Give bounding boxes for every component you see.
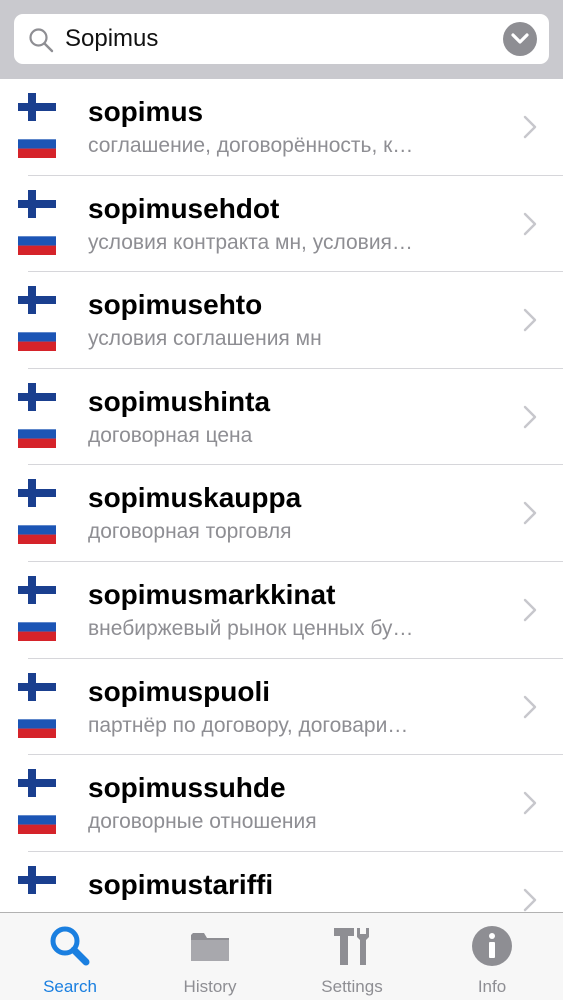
result-translation: условия контракта мн, условия… (88, 230, 413, 254)
search-icon (50, 926, 90, 966)
finnish-flag-icon (18, 189, 56, 218)
search-bar: Sopimus (0, 0, 563, 79)
result-word: sopimusehto (88, 289, 263, 321)
result-word: sopimuskauppa (88, 482, 302, 514)
result-row[interactable]: sopimuspuoli партнёр по договору, догова… (0, 659, 563, 756)
finnish-flag-icon (18, 286, 56, 315)
result-row[interactable]: sopimusehto условия соглашения мн (0, 272, 563, 369)
result-translation: внебиржевый рынок ценных бу… (88, 616, 414, 640)
search-input[interactable]: Sopimus (14, 14, 549, 64)
folder-icon (191, 933, 229, 961)
chevron-right-icon (523, 308, 537, 332)
tab-search[interactable]: Search (0, 913, 140, 1000)
result-word: sopimushinta (88, 385, 271, 417)
result-translation: соглашение, договорённость, к… (88, 134, 414, 157)
result-word: sopimussuhde (88, 772, 286, 804)
result-row[interactable]: sopimuskauppa договорная торговля (0, 465, 563, 562)
result-word: sopimusmarkkinat (88, 578, 336, 610)
result-row[interactable]: sopimusehdot условия контракта мн, услов… (0, 176, 563, 273)
tools-icon (334, 928, 369, 965)
tab-settings[interactable]: Settings (282, 913, 422, 1000)
result-row[interactable]: sopimus соглашение, договорённость, к… (0, 79, 563, 176)
russian-flag-icon (18, 612, 56, 641)
finnish-flag-icon (18, 865, 56, 894)
tab-bar: Search History Settings Info (0, 912, 563, 1000)
chevron-right-icon (523, 405, 537, 428)
russian-flag-icon (18, 516, 56, 545)
chevron-right-icon (523, 115, 537, 139)
tab-label: Search (43, 977, 97, 996)
search-icon (29, 28, 54, 53)
russian-flag-icon (18, 902, 56, 912)
result-word: sopimuspuoli (88, 675, 270, 707)
tab-history[interactable]: History (140, 913, 280, 1000)
clear-search-button[interactable] (503, 22, 537, 56)
finnish-flag-icon (18, 575, 56, 604)
result-translation: договорная цена (88, 423, 253, 447)
result-translation: договорная торговля (88, 520, 292, 544)
result-word: sopimusehdot (88, 192, 280, 224)
chevron-right-icon (523, 502, 537, 525)
tab-label: History (183, 977, 237, 996)
result-row[interactable]: sopimushinta договорная цена (0, 369, 563, 466)
result-word: sopimustariffi (88, 868, 274, 900)
russian-flag-icon (18, 806, 56, 835)
chevron-right-icon (523, 695, 537, 718)
finnish-flag-icon (18, 93, 56, 121)
results-list: sopimus соглашение, договорённость, к… s… (0, 79, 563, 912)
search-query[interactable]: Sopimus (65, 25, 158, 53)
result-word: sopimus (88, 96, 204, 127)
result-translation: условия соглашения мн (88, 327, 322, 351)
finnish-flag-icon (18, 382, 56, 411)
tab-label: Settings (321, 977, 383, 996)
russian-flag-icon (18, 709, 56, 738)
russian-flag-icon (18, 226, 56, 255)
chevron-right-icon (523, 791, 537, 815)
tab-label: Info (477, 977, 507, 996)
result-translation: партнёр по договору, договари… (88, 713, 409, 737)
tab-info[interactable]: Info (422, 913, 562, 1000)
finnish-flag-icon (18, 479, 56, 508)
finnish-flag-icon (18, 769, 56, 798)
result-row[interactable]: sopimusmarkkinat внебиржевый рынок ценны… (0, 562, 563, 659)
russian-flag-icon (18, 323, 56, 352)
chevron-right-icon (523, 598, 537, 622)
result-row[interactable]: sopimussuhde договорные отношения (0, 755, 563, 852)
result-row[interactable]: sopimustariffi (0, 852, 563, 912)
finnish-flag-icon (18, 672, 56, 701)
result-translation: договорные отношения (88, 810, 317, 834)
chevron-right-icon (523, 212, 537, 235)
info-icon (472, 926, 512, 966)
chevron-right-icon (523, 888, 537, 911)
russian-flag-icon (18, 130, 56, 158)
chevron-down-icon (511, 33, 529, 44)
russian-flag-icon (18, 419, 56, 448)
